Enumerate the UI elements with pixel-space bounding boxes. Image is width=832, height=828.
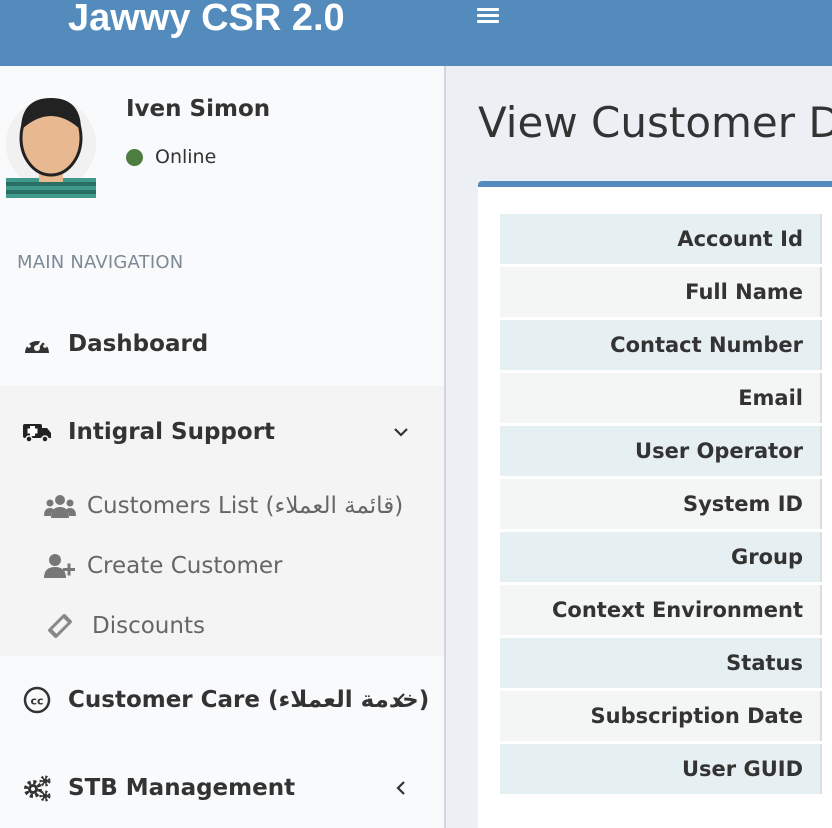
field-label: Context Environment [500, 585, 820, 635]
sidebar-item-dashboard[interactable]: Dashboard [0, 322, 444, 366]
chevron-left-icon [392, 779, 410, 797]
detail-row: Subscription Date [500, 691, 832, 741]
sidebar-item-intigral-support[interactable]: Intigral Support [0, 410, 444, 454]
sidebar-subitem-discounts[interactable]: Discounts [0, 598, 444, 654]
users-icon [44, 491, 76, 521]
sidebar-subitem-create-customer[interactable]: Create Customer [0, 538, 444, 594]
field-value [820, 426, 832, 476]
field-value [820, 691, 832, 741]
field-value [820, 267, 832, 317]
page-title: View Customer De [478, 98, 832, 147]
field-label: Account Id [500, 214, 820, 264]
sidebar: Iven Simon Online MAIN NAVIGATION Dashbo… [0, 66, 446, 828]
logo[interactable]: Jawwy CSR 2.0 [0, 0, 446, 66]
detail-row: Email [500, 373, 832, 423]
svg-text:cc: cc [30, 695, 43, 708]
top-header: Jawwy CSR 2.0 [0, 0, 832, 66]
dashboard-icon [22, 329, 52, 359]
detail-row: User GUID [500, 744, 832, 794]
customer-details-table: Account Id Full Name Contact Number Email Us… [500, 211, 832, 797]
sidebar-item-customer-care[interactable]: cc Customer Care (خدمة العملاء) [0, 678, 444, 722]
detail-row: Full Name [500, 267, 832, 317]
detail-row: System ID [500, 479, 832, 529]
detail-row: User Operator [500, 426, 832, 476]
sidebar-item-label: Intigral Support [68, 419, 276, 445]
field-label: User GUID [500, 744, 820, 794]
field-value [820, 479, 832, 529]
field-value [820, 373, 832, 423]
cc-icon: cc [22, 685, 52, 715]
detail-row: Account Id [500, 214, 832, 264]
sidebar-item-stb-management[interactable]: STB Management [0, 766, 444, 810]
avatar [6, 86, 96, 198]
field-label: Full Name [500, 267, 820, 317]
field-value [820, 638, 832, 688]
customer-details-box: Account Id Full Name Contact Number Email Us… [478, 181, 832, 828]
user-name: Iven Simon [126, 96, 271, 122]
field-value [820, 744, 832, 794]
hamburger-icon[interactable] [475, 5, 501, 27]
chevron-down-icon [392, 423, 410, 441]
field-value [820, 320, 832, 370]
chevron-left-icon [392, 691, 410, 709]
app-title: Jawwy CSR 2.0 [68, 0, 345, 39]
sidebar-subitem-label: Create Customer [87, 553, 283, 579]
field-value [820, 532, 832, 582]
user-plus-icon [44, 551, 76, 581]
gears-icon [22, 773, 52, 803]
main-content: View Customer De Account Id Full Name Cont… [446, 66, 832, 828]
sidebar-item-label: Customer Care (خدمة العملاء) [68, 687, 430, 713]
field-value [820, 214, 832, 264]
field-label: Status [500, 638, 820, 688]
field-label: Group [500, 532, 820, 582]
detail-row: Group [500, 532, 832, 582]
ambulance-icon [22, 417, 52, 447]
user-status: Online [126, 146, 216, 168]
online-status-icon [126, 148, 143, 166]
field-label: Contact Number [500, 320, 820, 370]
detail-row: Contact Number [500, 320, 832, 370]
field-label: System ID [500, 479, 820, 529]
sidebar-subitem-label: Discounts [92, 613, 205, 639]
status-label: Online [155, 146, 217, 168]
detail-row: Status [500, 638, 832, 688]
ticket-icon [44, 611, 76, 641]
field-label: User Operator [500, 426, 820, 476]
sidebar-item-label: Dashboard [68, 331, 209, 357]
field-label: Email [500, 373, 820, 423]
sidebar-item-label: STB Management [68, 775, 296, 801]
sidebar-subitem-customers-list[interactable]: Customers List (قائمة العملاء) [0, 478, 444, 534]
detail-row: Context Environment [500, 585, 832, 635]
field-label: Subscription Date [500, 691, 820, 741]
field-value [820, 585, 832, 635]
sidebar-subitem-label: Customers List (قائمة العملاء) [87, 493, 404, 519]
nav-header: MAIN NAVIGATION [17, 252, 184, 273]
